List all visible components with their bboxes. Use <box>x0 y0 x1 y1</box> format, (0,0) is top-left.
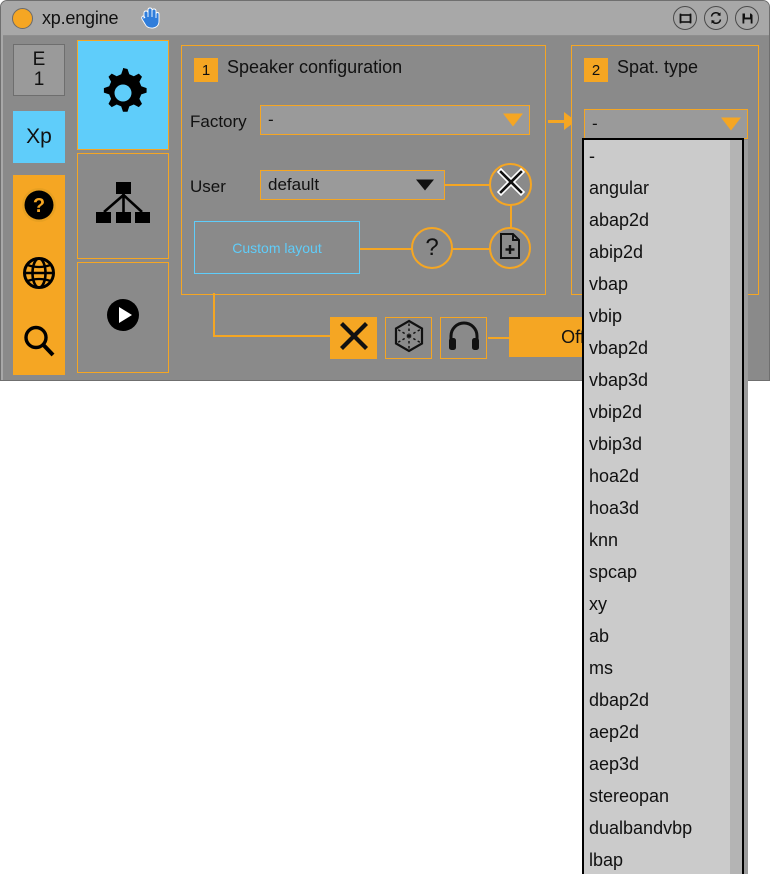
xp-button-label: Xp <box>26 125 52 148</box>
menu-item[interactable]: vbap <box>584 268 742 300</box>
mode-settings-button[interactable] <box>77 40 169 150</box>
menu-item[interactable]: ms <box>584 652 742 684</box>
menu-item[interactable]: aep3d <box>584 748 742 780</box>
mute-button[interactable] <box>330 317 377 359</box>
preset-button[interactable]: E 1 <box>13 44 65 96</box>
factory-label: Factory <box>190 112 247 131</box>
new-file-button[interactable] <box>489 227 531 269</box>
menu-item[interactable]: vbap3d <box>584 364 742 396</box>
x-icon <box>495 166 527 203</box>
xp-button[interactable]: Xp <box>13 111 65 163</box>
question-icon: ? <box>425 234 439 261</box>
menu-item[interactable]: knn <box>584 524 742 556</box>
connector-toolbar-horizontal <box>213 335 331 337</box>
save-icon[interactable] <box>735 6 759 30</box>
menu-item[interactable]: vbip <box>584 300 742 332</box>
window-status-dot <box>12 8 33 29</box>
mode-playback-button[interactable] <box>77 262 169 373</box>
custom-layout-label: Custom layout <box>232 239 322 256</box>
user-label: User <box>190 177 226 196</box>
connector-layout-help <box>360 248 415 250</box>
chevron-down-icon <box>503 113 523 127</box>
chevron-down-icon <box>416 179 434 191</box>
menu-item[interactable]: - <box>584 140 742 172</box>
section-1-title: Speaker configuration <box>227 57 403 77</box>
preset-line-1: E <box>32 49 46 71</box>
tool-icon-panel: ? <box>13 175 65 375</box>
clear-button[interactable] <box>489 163 532 206</box>
preset-line-2: 1 <box>33 69 45 90</box>
connector-toolbar-vertical <box>213 293 215 337</box>
file-plus-icon <box>498 232 522 264</box>
menu-item[interactable]: dbap2d <box>584 684 742 716</box>
factory-dropdown-value: - <box>268 110 274 129</box>
window-controls <box>673 6 759 30</box>
speaker-configuration-panel: 1 Speaker configuration Factory - User d… <box>181 45 546 295</box>
x-icon <box>337 319 371 358</box>
custom-layout-box[interactable]: Custom layout <box>194 221 360 274</box>
section-2-title: Spat. type <box>617 57 699 77</box>
menu-scrollbar[interactable] <box>730 140 742 874</box>
mode-button-column <box>77 40 169 377</box>
hierarchy-icon <box>95 181 151 232</box>
menu-item[interactable]: abap2d <box>584 204 742 236</box>
user-dropdown-value: default <box>268 175 320 194</box>
window-frame-icon[interactable] <box>673 6 697 30</box>
cube-icon <box>393 319 425 358</box>
headphones-icon <box>447 321 481 356</box>
menu-item[interactable]: xy <box>584 588 742 620</box>
hand-icon <box>140 6 162 30</box>
svg-text:?: ? <box>33 195 45 217</box>
menu-item[interactable]: stereopan <box>584 780 742 812</box>
menu-item[interactable]: ab <box>584 620 742 652</box>
section-1-badge: 1 <box>194 58 218 82</box>
chevron-down-icon <box>721 117 741 131</box>
menu-item[interactable]: angular <box>584 172 742 204</box>
menu-item[interactable]: abip2d <box>584 236 742 268</box>
title-bar: xp.engine <box>1 1 769 35</box>
spat-type-menu[interactable]: - angular abap2d abip2d vbap vbip vbap2d vbap3d… <box>582 138 744 874</box>
menu-item[interactable]: vbap2d <box>584 332 742 364</box>
menu-shadow <box>744 140 748 874</box>
window-title: xp.engine <box>42 8 119 28</box>
section-2-badge: 2 <box>584 58 608 82</box>
menu-item[interactable]: hoa3d <box>584 492 742 524</box>
play-icon <box>102 294 144 341</box>
search-icon[interactable] <box>19 321 59 361</box>
help-icon[interactable]: ? <box>19 185 59 225</box>
spat-type-dropdown[interactable]: - <box>584 109 748 139</box>
menu-item[interactable]: vbip2d <box>584 396 742 428</box>
gear-icon <box>94 64 152 127</box>
menu-item[interactable]: spcap <box>584 556 742 588</box>
factory-dropdown[interactable]: - <box>260 105 530 135</box>
cube-button[interactable] <box>385 317 432 359</box>
app-root: xp.engine E 1 Xp ? 1 Speaker configurati… <box>0 0 770 874</box>
mode-routing-button[interactable] <box>77 153 169 259</box>
spat-type-dropdown-value: - <box>592 114 598 133</box>
globe-icon[interactable] <box>19 253 59 293</box>
help-button[interactable]: ? <box>411 227 453 269</box>
menu-item[interactable]: dualbandvbp <box>584 812 742 844</box>
refresh-icon[interactable] <box>704 6 728 30</box>
menu-item[interactable]: hoa2d <box>584 460 742 492</box>
menu-item[interactable]: lbap <box>584 844 742 874</box>
tool-strip: E 1 Xp ? <box>9 40 69 377</box>
menu-item-list: - angular abap2d abip2d vbap vbip vbap2d vbap3d… <box>584 140 742 874</box>
connector-help-file <box>448 248 493 250</box>
menu-item[interactable]: aep2d <box>584 716 742 748</box>
menu-item[interactable]: vbip3d <box>584 428 742 460</box>
user-dropdown[interactable]: default <box>260 170 445 200</box>
headphones-button[interactable] <box>440 317 487 359</box>
